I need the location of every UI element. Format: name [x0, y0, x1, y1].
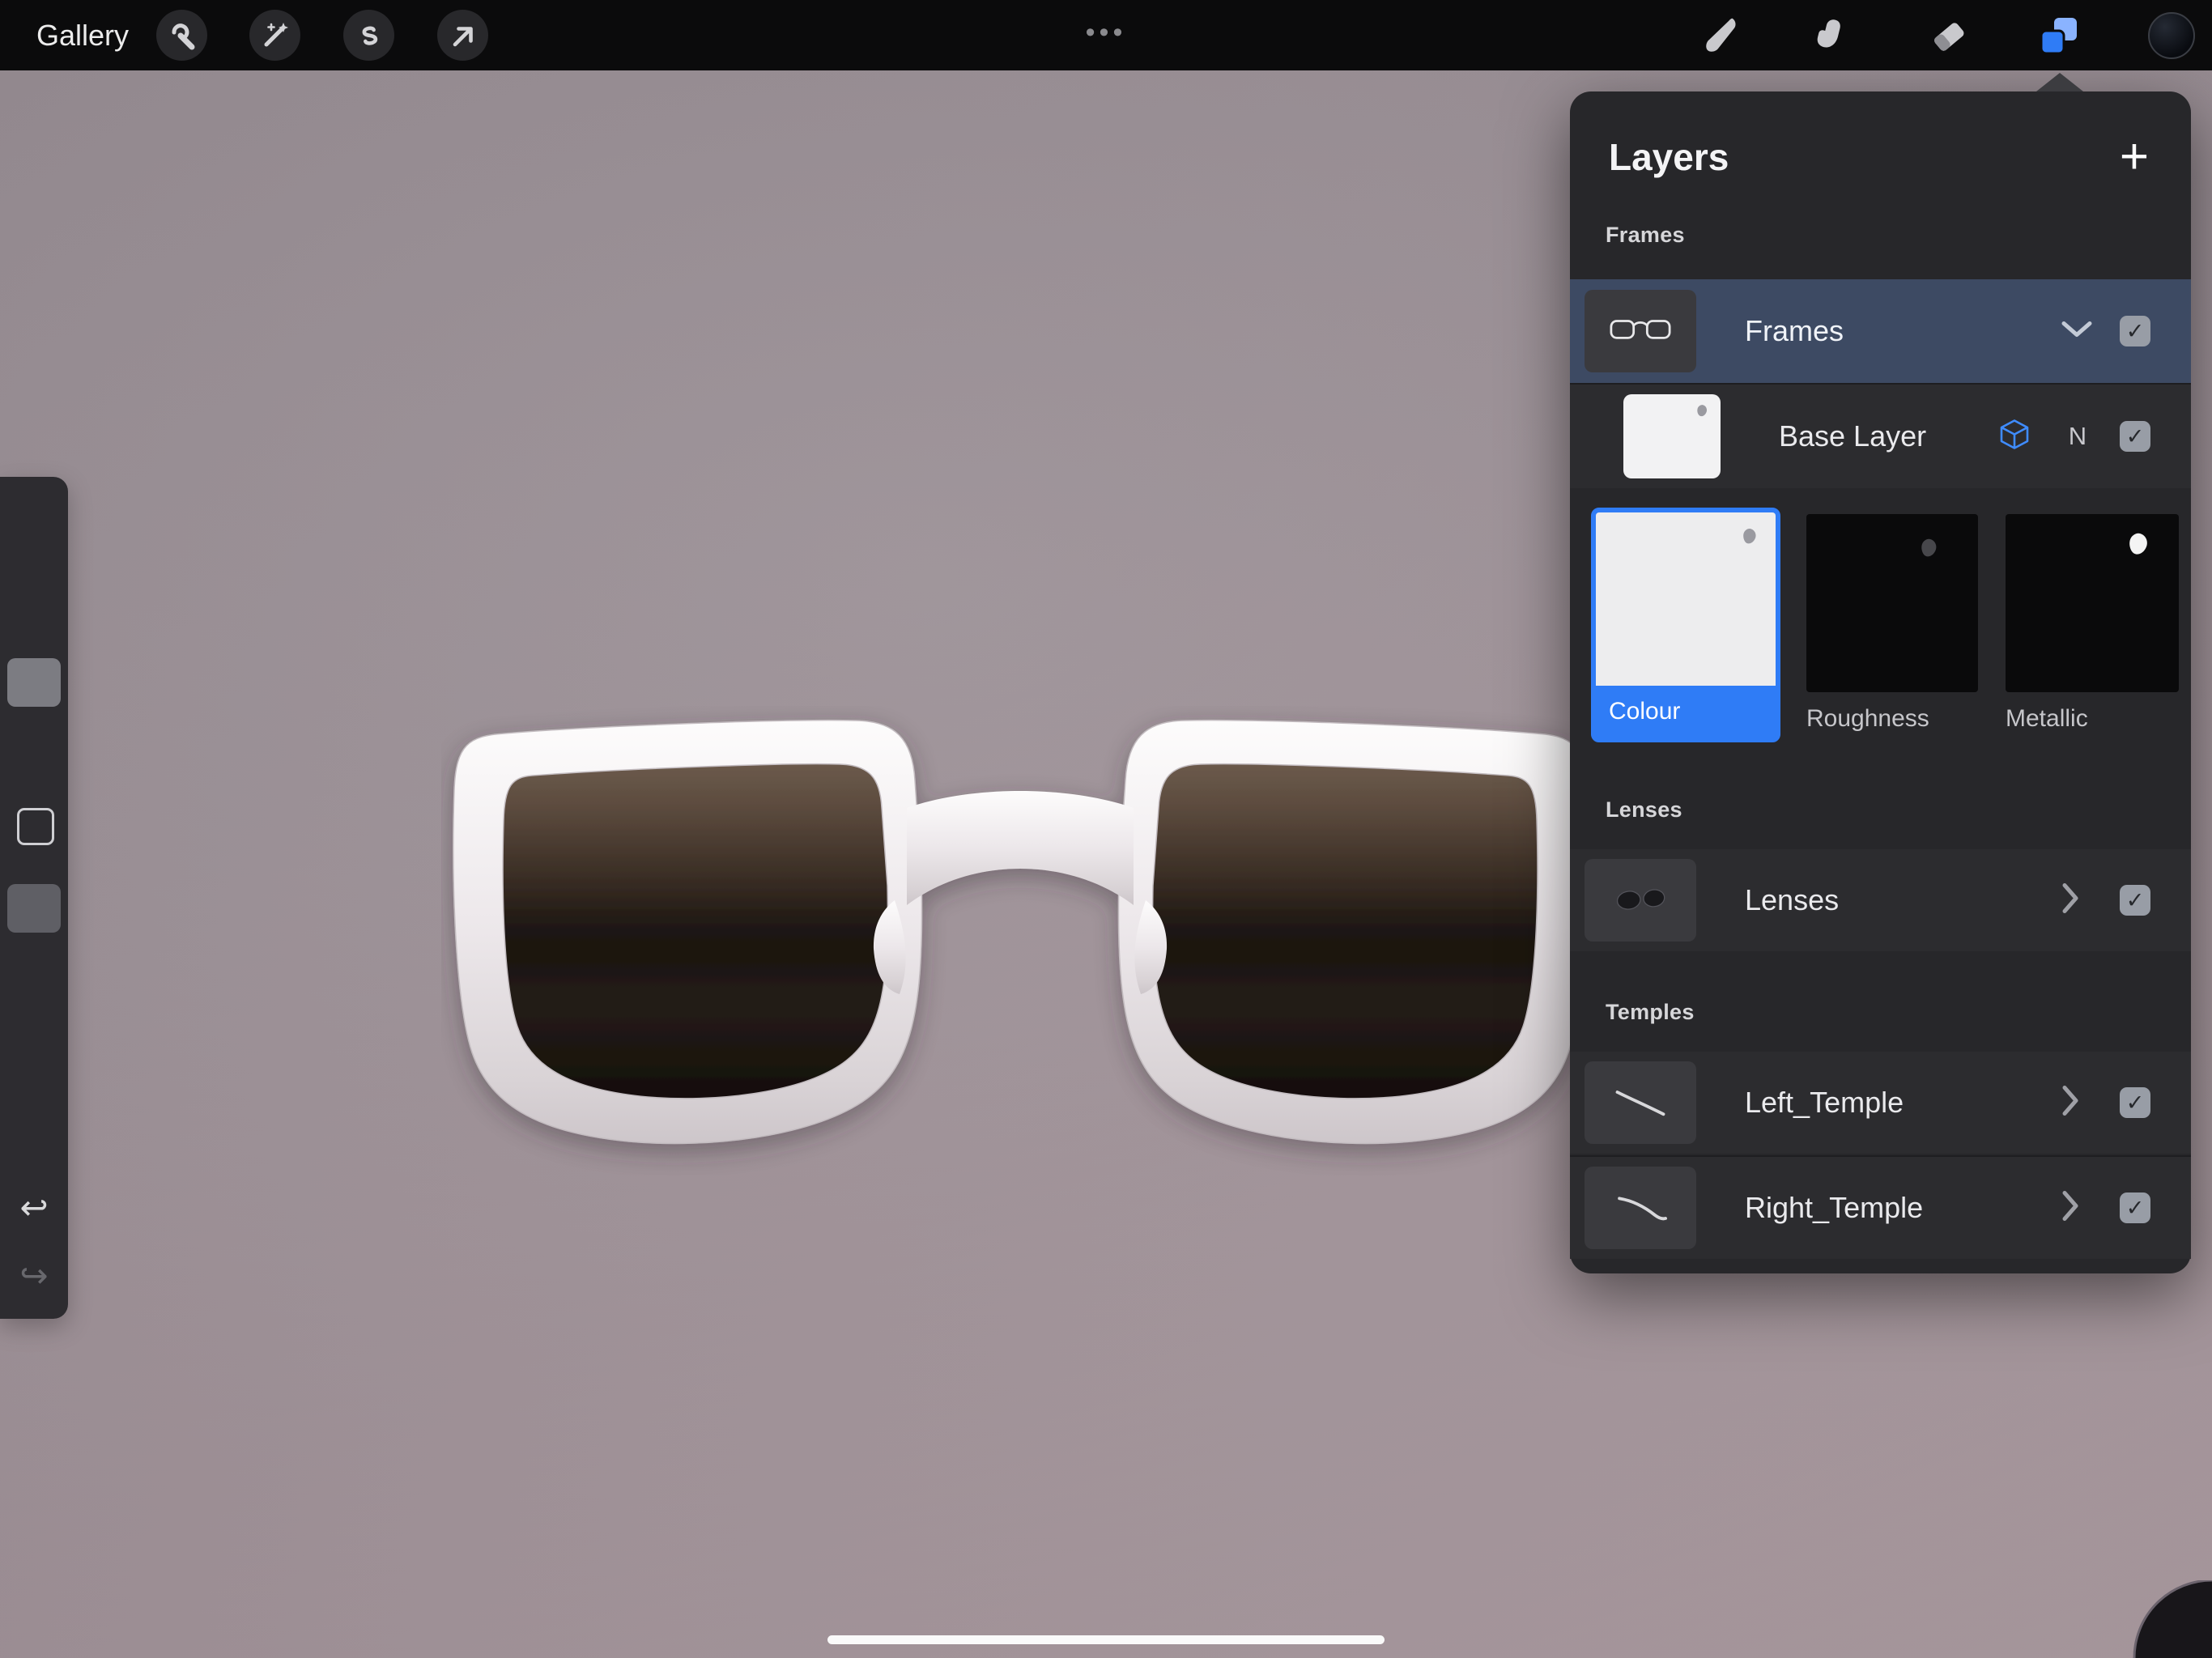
chevron-right-icon[interactable]: [2061, 882, 2080, 919]
left-temple-icon: [1615, 1090, 1665, 1116]
home-indicator[interactable]: [827, 1635, 1385, 1644]
modify-button[interactable]: [17, 808, 54, 845]
popover-caret: [2036, 73, 2083, 91]
canvas-corner-curl: [2133, 1580, 2212, 1658]
3d-material-cube-icon[interactable]: [2000, 419, 2029, 454]
gallery-button[interactable]: Gallery: [36, 0, 129, 70]
magic-wand-icon: [264, 22, 288, 46]
layer-visibility-checkbox[interactable]: ✓: [2120, 1192, 2150, 1223]
wrench-icon: [172, 23, 194, 49]
brush-size-slider[interactable]: [7, 658, 61, 707]
layer-row-base-layer[interactable]: Base Layer N ✓: [1570, 385, 2191, 488]
material-label: Roughness: [1806, 705, 1929, 732]
section-label-lenses: Lenses: [1606, 797, 1682, 822]
chevron-down-icon[interactable]: [2061, 320, 2093, 343]
layers-title: Layers: [1609, 136, 1729, 178]
layer-visibility-checkbox[interactable]: ✓: [2120, 1087, 2150, 1118]
material-card-metallic[interactable]: Metallic: [2006, 514, 2179, 733]
layer-visibility-checkbox[interactable]: ✓: [2120, 885, 2150, 916]
eraser-tool-button[interactable]: [1912, 0, 1984, 70]
procreate-app: Gallery ••• ↩ ↪ Layers + Frames Frames ✓…: [0, 0, 2212, 1658]
layer-label: Right_Temple: [1745, 1191, 1924, 1224]
section-label-frames: Frames: [1606, 223, 1685, 247]
chevron-right-icon[interactable]: [2061, 1085, 2080, 1121]
blend-mode-button[interactable]: N: [2065, 422, 2091, 451]
base-layer-thumbnail[interactable]: [1623, 394, 1721, 478]
right-temple-thumbnail[interactable]: [1585, 1167, 1696, 1249]
layers-panel-header: Layers +: [1609, 129, 2155, 185]
smudge-finger-icon: [1817, 19, 1840, 47]
layer-visibility-checkbox[interactable]: ✓: [2120, 316, 2150, 346]
selection-button[interactable]: [343, 10, 394, 61]
lenses-thumb-icon: [1616, 889, 1665, 910]
add-layer-button[interactable]: +: [2113, 132, 2155, 182]
material-label: Metallic: [2006, 705, 2088, 732]
paint-blob-icon: [1921, 538, 1937, 557]
material-label: Colour: [1596, 686, 1776, 738]
layer-label: Left_Temple: [1745, 1086, 1904, 1119]
roughness-channel-thumbnail: [1806, 514, 1978, 692]
paint-blob-icon: [2129, 533, 2147, 555]
brush-opacity-slider[interactable]: [7, 884, 61, 933]
layer-row-lenses[interactable]: Lenses ✓: [1570, 849, 2191, 951]
canvas-options-handle[interactable]: •••: [1086, 0, 1127, 70]
lenses-layer-thumbnail[interactable]: [1585, 859, 1696, 942]
current-color-swatch: [2148, 11, 2195, 59]
layers-panel: Layers + Frames Frames ✓ Base Layer N ✓ …: [1570, 73, 2191, 1273]
color-picker-button[interactable]: [2135, 0, 2208, 70]
top-toolbar: Gallery •••: [0, 0, 2212, 70]
paint-blob-icon: [1743, 529, 1756, 544]
layer-label: Base Layer: [1779, 419, 1927, 453]
paint-blob-icon: [1697, 405, 1708, 417]
layer-row-left-temple[interactable]: Left_Temple ✓: [1570, 1052, 2191, 1154]
material-card-colour[interactable]: Colour: [1591, 508, 1780, 742]
layers-icon: [2040, 17, 2077, 54]
metallic-channel-thumbnail: [2006, 514, 2179, 692]
brush-tool-button[interactable]: [1685, 0, 1758, 70]
eraser-icon: [1934, 22, 1964, 51]
brush-sidebar: ↩ ↪: [0, 477, 68, 1319]
brush-icon: [1706, 18, 1736, 52]
left-temple-thumbnail[interactable]: [1585, 1061, 1696, 1144]
transform-arrow-icon: [453, 26, 473, 46]
layer-row-right-temple[interactable]: Right_Temple ✓: [1570, 1157, 2191, 1259]
chevron-right-icon[interactable]: [2061, 1190, 2080, 1226]
selection-s-icon: [362, 25, 377, 45]
layer-label: Frames: [1745, 314, 1844, 347]
colour-channel-thumbnail: [1596, 512, 1776, 686]
layers-panel-button[interactable]: [2023, 0, 2095, 70]
actions-button[interactable]: [156, 10, 207, 61]
frames-layer-thumbnail[interactable]: [1585, 290, 1696, 372]
layer-label: Lenses: [1745, 883, 1840, 916]
layer-visibility-checkbox[interactable]: ✓: [2120, 421, 2150, 452]
adjustments-button[interactable]: [249, 10, 300, 61]
redo-button[interactable]: ↪: [0, 1259, 68, 1293]
undo-button[interactable]: ↩: [0, 1191, 68, 1225]
right-temple-icon: [1618, 1197, 1667, 1221]
section-label-temples: Temples: [1606, 1000, 1695, 1024]
smudge-tool-button[interactable]: [1795, 0, 1868, 70]
layer-row-frames[interactable]: Frames ✓: [1570, 279, 2191, 383]
glasses-thumb-icon: [1610, 320, 1671, 339]
sunglasses-artwork: [453, 719, 1588, 1145]
transform-button[interactable]: [437, 10, 488, 61]
material-card-roughness[interactable]: Roughness: [1806, 514, 1978, 733]
